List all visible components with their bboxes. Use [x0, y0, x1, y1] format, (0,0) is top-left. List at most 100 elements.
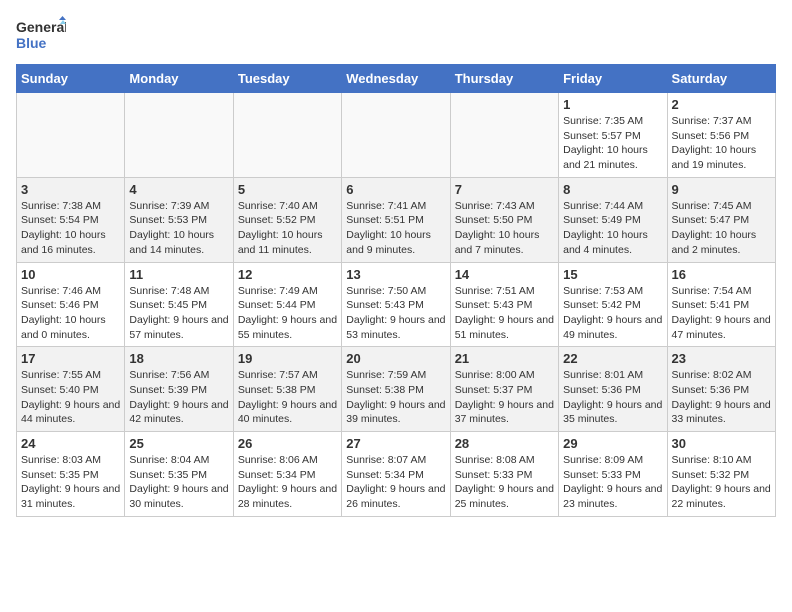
day-cell: 20Sunrise: 7:59 AMSunset: 5:38 PMDayligh… [342, 347, 450, 432]
day-info: Sunrise: 7:39 AMSunset: 5:53 PMDaylight:… [129, 199, 228, 258]
day-info: Sunrise: 7:50 AMSunset: 5:43 PMDaylight:… [346, 284, 445, 343]
svg-text:General: General [16, 19, 66, 35]
day-info: Sunrise: 8:01 AMSunset: 5:36 PMDaylight:… [563, 368, 662, 427]
day-info: Sunrise: 8:04 AMSunset: 5:35 PMDaylight:… [129, 453, 228, 512]
day-info: Sunrise: 7:40 AMSunset: 5:52 PMDaylight:… [238, 199, 337, 258]
day-cell: 24 Sunrise: 8:03 AMSunset: 5:35 PMDayligh… [17, 432, 125, 517]
day-cell: 8 Sunrise: 7:44 AMSunset: 5:49 PMDaylight… [559, 177, 667, 262]
day-number: 2 [672, 97, 771, 112]
day-cell: 15 Sunrise: 7:53 AMSunset: 5:42 PMDayligh… [559, 262, 667, 347]
day-info: Sunrise: 7:54 AMSunset: 5:41 PMDaylight:… [672, 284, 771, 343]
day-info: Sunrise: 7:37 AMSunset: 5:56 PMDaylight:… [672, 114, 771, 173]
day-number: 30 [672, 436, 771, 451]
day-cell: 3 Sunrise: 7:38 AMSunset: 5:54 PMDaylight… [17, 177, 125, 262]
day-cell: 29 Sunrise: 8:09 AMSunset: 5:33 PMDayligh… [559, 432, 667, 517]
day-number: 9 [672, 182, 771, 197]
day-cell [125, 93, 233, 178]
day-number: 29 [563, 436, 662, 451]
day-info: Sunrise: 7:49 AMSunset: 5:44 PMDaylight:… [238, 284, 337, 343]
day-info: Sunrise: 7:53 AMSunset: 5:42 PMDaylight:… [563, 284, 662, 343]
day-number: 4 [129, 182, 228, 197]
day-info: Sunrise: 8:09 AMSunset: 5:33 PMDaylight:… [563, 453, 662, 512]
day-number: 21 [455, 351, 554, 366]
day-cell: 19Sunrise: 7:57 AMSunset: 5:38 PMDayligh… [233, 347, 341, 432]
day-number: 24 [21, 436, 120, 451]
day-info: Sunrise: 7:48 AMSunset: 5:45 PMDaylight:… [129, 284, 228, 343]
day-info: Sunrise: 8:03 AMSunset: 5:35 PMDaylight:… [21, 453, 120, 512]
day-cell: 27 Sunrise: 8:07 AMSunset: 5:34 PMDayligh… [342, 432, 450, 517]
logo: General Blue [16, 16, 66, 56]
day-number: 15 [563, 267, 662, 282]
day-cell: 10 Sunrise: 7:46 AMSunset: 5:46 PMDayligh… [17, 262, 125, 347]
day-number: 11 [129, 267, 228, 282]
col-header-thursday: Thursday [450, 65, 558, 93]
header-row: SundayMondayTuesdayWednesdayThursdayFrid… [17, 65, 776, 93]
day-number: 3 [21, 182, 120, 197]
day-cell: 25 Sunrise: 8:04 AMSunset: 5:35 PMDayligh… [125, 432, 233, 517]
day-cell: 2 Sunrise: 7:37 AMSunset: 5:56 PMDaylight… [667, 93, 775, 178]
day-cell: 16 Sunrise: 7:54 AMSunset: 5:41 PMDayligh… [667, 262, 775, 347]
day-info: Sunrise: 7:44 AMSunset: 5:49 PMDaylight:… [563, 199, 662, 258]
day-number: 27 [346, 436, 445, 451]
day-cell [233, 93, 341, 178]
col-header-wednesday: Wednesday [342, 65, 450, 93]
day-info: Sunrise: 8:07 AMSunset: 5:34 PMDaylight:… [346, 453, 445, 512]
svg-text:Blue: Blue [16, 35, 47, 51]
day-info: Sunrise: 8:08 AMSunset: 5:33 PMDaylight:… [455, 453, 554, 512]
logo-svg: General Blue [16, 16, 66, 56]
day-cell [342, 93, 450, 178]
day-info: Sunrise: 7:35 AMSunset: 5:57 PMDaylight:… [563, 114, 662, 173]
col-header-sunday: Sunday [17, 65, 125, 93]
day-cell: 11 Sunrise: 7:48 AMSunset: 5:45 PMDayligh… [125, 262, 233, 347]
week-row-3: 10 Sunrise: 7:46 AMSunset: 5:46 PMDayligh… [17, 262, 776, 347]
day-number: 20 [346, 351, 445, 366]
day-cell: 4 Sunrise: 7:39 AMSunset: 5:53 PMDaylight… [125, 177, 233, 262]
day-info: Sunrise: 7:45 AMSunset: 5:47 PMDaylight:… [672, 199, 771, 258]
day-cell [450, 93, 558, 178]
day-cell: 26 Sunrise: 8:06 AMSunset: 5:34 PMDayligh… [233, 432, 341, 517]
week-row-2: 3 Sunrise: 7:38 AMSunset: 5:54 PMDaylight… [17, 177, 776, 262]
day-cell: 13 Sunrise: 7:50 AMSunset: 5:43 PMDayligh… [342, 262, 450, 347]
day-info: Sunrise: 7:55 AMSunset: 5:40 PMDaylight:… [21, 368, 120, 427]
week-row-1: 1 Sunrise: 7:35 AMSunset: 5:57 PMDaylight… [17, 93, 776, 178]
col-header-monday: Monday [125, 65, 233, 93]
day-info: Sunrise: 7:41 AMSunset: 5:51 PMDaylight:… [346, 199, 445, 258]
day-number: 7 [455, 182, 554, 197]
day-cell: 22 Sunrise: 8:01 AMSunset: 5:36 PMDayligh… [559, 347, 667, 432]
day-number: 25 [129, 436, 228, 451]
day-cell: 18Sunrise: 7:56 AMSunset: 5:39 PMDayligh… [125, 347, 233, 432]
day-cell: 23 Sunrise: 8:02 AMSunset: 5:36 PMDayligh… [667, 347, 775, 432]
day-info: Sunrise: 8:00 AMSunset: 5:37 PMDaylight:… [455, 368, 554, 427]
week-row-5: 24 Sunrise: 8:03 AMSunset: 5:35 PMDayligh… [17, 432, 776, 517]
day-info: Sunrise: 8:10 AMSunset: 5:32 PMDaylight:… [672, 453, 771, 512]
day-number: 17 [21, 351, 120, 366]
day-cell [17, 93, 125, 178]
day-number: 5 [238, 182, 337, 197]
day-number: 13 [346, 267, 445, 282]
page-header: General Blue [16, 16, 776, 56]
day-info: Sunrise: 7:46 AMSunset: 5:46 PMDaylight:… [21, 284, 120, 343]
col-header-friday: Friday [559, 65, 667, 93]
day-info: Sunrise: 7:43 AMSunset: 5:50 PMDaylight:… [455, 199, 554, 258]
day-cell: 7 Sunrise: 7:43 AMSunset: 5:50 PMDaylight… [450, 177, 558, 262]
day-info: Sunrise: 7:38 AMSunset: 5:54 PMDaylight:… [21, 199, 120, 258]
day-info: Sunrise: 7:51 AMSunset: 5:43 PMDaylight:… [455, 284, 554, 343]
day-number: 14 [455, 267, 554, 282]
day-info: Sunrise: 8:02 AMSunset: 5:36 PMDaylight:… [672, 368, 771, 427]
calendar-table: SundayMondayTuesdayWednesdayThursdayFrid… [16, 64, 776, 517]
day-number: 18 [129, 351, 228, 366]
day-number: 26 [238, 436, 337, 451]
col-header-saturday: Saturday [667, 65, 775, 93]
day-cell: 5 Sunrise: 7:40 AMSunset: 5:52 PMDaylight… [233, 177, 341, 262]
day-number: 10 [21, 267, 120, 282]
day-number: 22 [563, 351, 662, 366]
day-cell: 21 Sunrise: 8:00 AMSunset: 5:37 PMDayligh… [450, 347, 558, 432]
day-number: 23 [672, 351, 771, 366]
day-number: 16 [672, 267, 771, 282]
day-cell: 9 Sunrise: 7:45 AMSunset: 5:47 PMDaylight… [667, 177, 775, 262]
day-number: 19 [238, 351, 337, 366]
day-number: 28 [455, 436, 554, 451]
day-info: Sunrise: 8:06 AMSunset: 5:34 PMDaylight:… [238, 453, 337, 512]
day-number: 1 [563, 97, 662, 112]
day-number: 8 [563, 182, 662, 197]
